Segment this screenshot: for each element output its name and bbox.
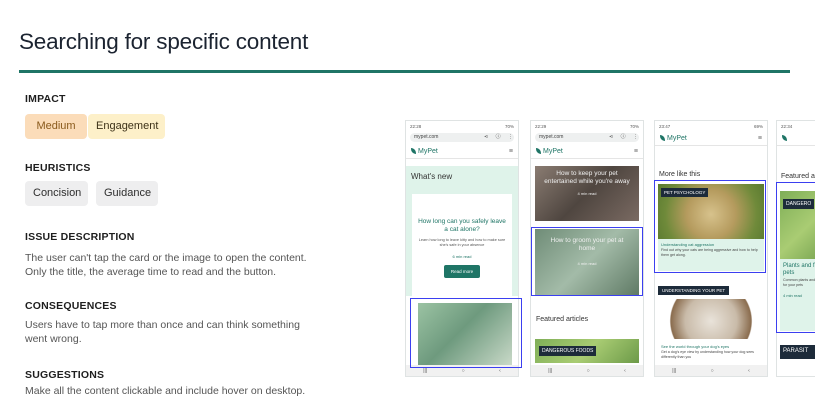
consequences-text: Users have to tap more than once and can… (25, 319, 300, 345)
page-title: Searching for specific content (19, 29, 309, 54)
card-read-time: 6 min read (452, 254, 472, 259)
app-header: MyPet ≡ (655, 131, 767, 146)
related-card-dog: UNDERSTANDING YOUR PET See the world thr… (658, 279, 764, 364)
android-nav-bar: ||| ○ ‹ (655, 365, 767, 376)
mypet-logo-icon (411, 148, 416, 154)
highlight-featured-card (776, 182, 815, 333)
issue-text: The user can't tap the card or the image… (25, 252, 307, 278)
section-title: More like this (659, 171, 701, 178)
url-text: mypet.com (414, 134, 439, 140)
highlight-grooming-card (531, 227, 643, 296)
app-header (777, 131, 815, 146)
hamburger-menu-icon: ≡ (757, 134, 762, 142)
card-title: How long can you safely leave a cat alon… (418, 218, 506, 233)
app-header: MyPet ≡ (406, 144, 518, 159)
article-card-entertained: How to keep your pet entertained while y… (535, 166, 639, 221)
suggestions-heading: SUGGESTIONS (25, 369, 105, 381)
impact-tag-medium: Medium (25, 114, 87, 139)
browser-url-bar: mypet.com ⋖ ⓘ ⋮ (535, 133, 639, 142)
impact-heading: IMPACT (25, 93, 66, 105)
whats-new-section: What's new How long can you safely leave… (406, 166, 518, 298)
status-bar: 22:28 70% (410, 124, 514, 129)
status-bar: 22:29 70% (535, 124, 639, 129)
status-bar: 22:34 (781, 124, 793, 129)
consequences-heading: CONSEQUENCES (25, 300, 117, 312)
title-divider (19, 70, 790, 73)
featured-image: DANGEROUS FOODS (535, 339, 639, 363)
read-more-button[interactable]: Read more (443, 265, 481, 278)
browser-icons: ⋖ ⓘ ⋮ (484, 134, 516, 140)
status-bar: 23:47 69% (659, 124, 763, 129)
android-nav-bar: ||| ○ ‹ (531, 365, 643, 376)
suggestions-text: Make all the content clickable and inclu… (25, 385, 306, 397)
heuristic-tag-guidance: Guidance (96, 181, 158, 206)
mypet-logo-icon (536, 148, 541, 154)
card-description: Learn how long to leave kitty and how to… (418, 238, 506, 247)
impact-tag-engagement: Engagement (88, 114, 165, 139)
highlight-related-card (654, 180, 766, 273)
section-title: What's new (411, 172, 453, 181)
mypet-logo-icon (660, 135, 665, 141)
highlight-image-area (410, 298, 522, 368)
dog-glasses-image (658, 299, 764, 339)
heuristics-heading: HEURISTICS (25, 162, 91, 174)
related-link-2[interactable]: See the world through your dog's eyes (658, 339, 764, 350)
mypet-logo-icon (782, 135, 787, 141)
issue-heading: ISSUE DESCRIPTION (25, 231, 135, 243)
hamburger-menu-icon: ≡ (508, 147, 513, 155)
hamburger-menu-icon: ≡ (633, 147, 638, 155)
featured-heading: Featured articles (536, 316, 589, 323)
heuristic-tag-concision: Concision (25, 181, 88, 206)
article-card: How long can you safely leave a cat alon… (412, 194, 512, 298)
app-header: MyPet ≡ (531, 144, 643, 159)
browser-url-bar: mypet.com ⋖ ⓘ ⋮ (410, 133, 514, 142)
